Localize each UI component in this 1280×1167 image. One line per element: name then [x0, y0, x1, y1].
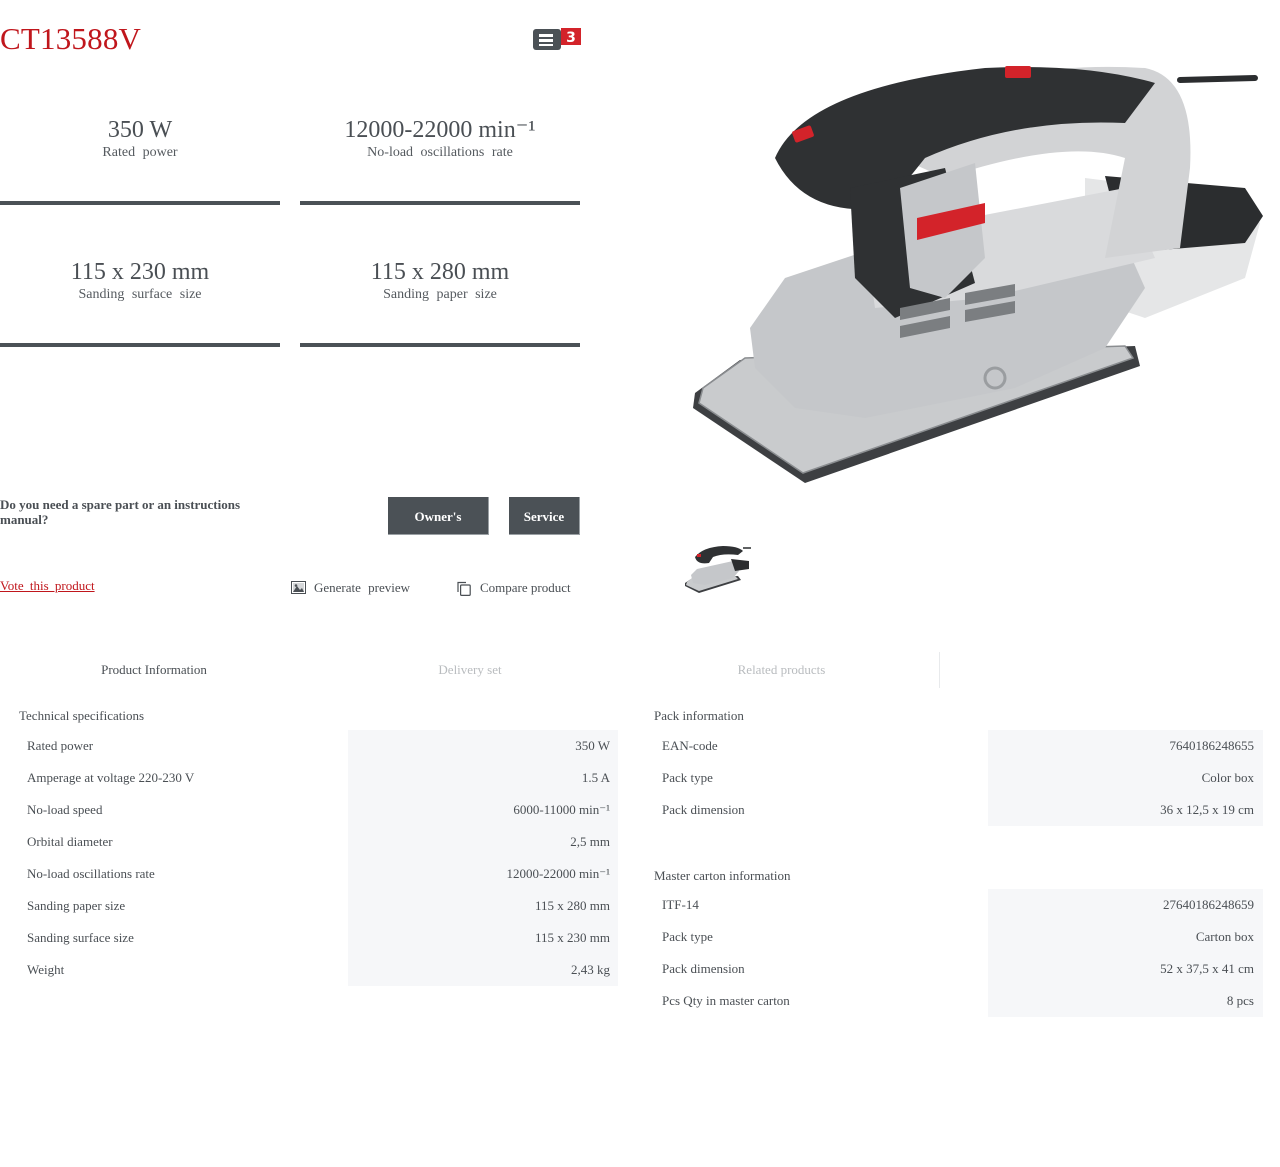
spare-part-question: Do you need a spare part or an instructi… [0, 497, 241, 527]
key-spec-value: 350 W [107, 117, 173, 143]
spec-value: 8 pcs [1226, 993, 1254, 1008]
table-row: Pack type Color box [662, 762, 1254, 794]
key-spec-label: Rated power [102, 145, 178, 160]
table-row: Orbital diameter 2,5 mm [27, 826, 610, 858]
spec-key: Weight [27, 962, 65, 977]
table-row: EAN-code 7640186248655 [662, 730, 1254, 762]
spec-key: No-load oscillations rate [27, 866, 155, 881]
key-spec-label: Sanding surface size [78, 287, 202, 302]
table-row: Pcs Qty in master carton 8 pcs [662, 985, 1254, 1017]
spec-key: Rated power [27, 738, 94, 753]
spec-key: ITF-14 [662, 897, 699, 912]
spec-value: 52 x 37,5 x 41 cm [1160, 961, 1254, 976]
tab-delivery-set[interactable]: Delivery set [316, 652, 624, 688]
spec-value: 1.5 A [581, 770, 610, 785]
key-spec-label: Sanding paper size [383, 287, 497, 302]
key-spec-oscillations: 12000-22000 min⁻¹ No-load oscillations r… [300, 116, 580, 162]
image-icon [291, 581, 306, 595]
pack-information-table: EAN-code 7640186248655 Pack type Color box… [662, 730, 1254, 826]
tab-product-information[interactable]: Product Information [0, 652, 308, 688]
copy-icon [457, 581, 472, 596]
compare-product-label: Compare product [480, 580, 571, 595]
table-row: Pack type Carton box [662, 921, 1254, 953]
table-row: Sanding surface size 115 x 230 mm [27, 922, 610, 954]
spec-key: Pack dimension [662, 961, 745, 976]
table-row: No-load oscillations rate 12000-22000 min… [27, 858, 610, 890]
master-carton-information-table: ITF-14 27640186248659 Pack type Carton box… [662, 889, 1254, 1017]
table-row: Pack dimension 52 x 37,5 x 41 cm [662, 953, 1254, 985]
pack-information-title: Pack information [654, 708, 744, 723]
table-row: Rated power 350 W [27, 730, 610, 762]
divider [300, 343, 580, 347]
master-carton-information-title: Master carton information [654, 868, 791, 883]
generate-preview-label: Generate preview [314, 580, 411, 595]
spec-value: 350 W [575, 738, 610, 753]
key-spec-value: 115 x 280 mm [370, 259, 510, 285]
spec-value: Color box [1201, 770, 1254, 785]
vote-product-link[interactable]: Vote this product [0, 578, 95, 594]
table-row: Amperage at voltage 220-230 V 1.5 A [27, 762, 610, 794]
spec-key: Amperage at voltage 220-230 V [27, 770, 195, 785]
key-spec-label: No-load oscillations rate [367, 145, 513, 160]
key-spec-rated-power: 350 W Rated power [0, 116, 280, 162]
key-spec-value: 12000-22000 min⁻¹ [344, 117, 536, 143]
spec-key: Pack type [662, 770, 713, 785]
service-button[interactable]: Service [509, 497, 580, 535]
spec-value: 115 x 280 mm [535, 898, 610, 913]
spec-value: 6000-11000 min⁻¹ [513, 802, 610, 817]
spec-value: 2,43 kg [571, 962, 610, 977]
table-row: Weight 2,43 kg [27, 954, 610, 986]
table-row: Sanding paper size 115 x 280 mm [27, 890, 610, 922]
spec-key: Orbital diameter [27, 834, 113, 849]
technical-specifications-title: Technical specifications [19, 708, 145, 723]
divider [300, 201, 580, 205]
spec-key: EAN-code [662, 738, 718, 753]
spec-value: 115 x 230 mm [535, 930, 610, 945]
divider [0, 201, 280, 205]
spec-key: Pack dimension [662, 802, 745, 817]
badge-number: 3 [566, 30, 576, 46]
table-row: No-load speed 6000-11000 min⁻¹ [27, 794, 610, 826]
spec-value: 12000-22000 min⁻¹ [506, 866, 610, 881]
divider [0, 343, 280, 347]
spec-key: Sanding paper size [27, 898, 126, 913]
spec-value: Carton box [1195, 929, 1254, 944]
spec-key: Pcs Qty in master carton [662, 993, 790, 1008]
technical-specifications-table: Rated power 350 W Amperage at voltage 220… [27, 730, 610, 986]
product-main-image[interactable] [685, 48, 1265, 488]
spec-value: 27640186248659 [1163, 897, 1254, 912]
key-spec-surface-size: 115 x 230 mm Sanding surface size [0, 258, 280, 304]
product-thumbnail[interactable] [683, 543, 753, 595]
table-row: ITF-14 27640186248659 [662, 889, 1254, 921]
table-row: Pack dimension 36 x 12,5 x 19 cm [662, 794, 1254, 826]
generate-preview-button[interactable]: Generate preview [291, 580, 410, 596]
spec-key: No-load speed [27, 802, 103, 817]
spec-value: 36 x 12,5 x 19 cm [1160, 802, 1254, 817]
key-spec-paper-size: 115 x 280 mm Sanding paper size [300, 258, 580, 304]
key-spec-value: 115 x 230 mm [70, 259, 210, 285]
compare-product-button[interactable]: Compare product [457, 580, 571, 596]
product-title: CT13588V [0, 21, 142, 56]
spec-key: Pack type [662, 929, 713, 944]
b3-badge-icon: 3 [533, 28, 581, 50]
tab-related-products[interactable]: Related products [624, 652, 940, 688]
spec-value: 2,5 mm [570, 834, 610, 849]
spec-value: 7640186248655 [1169, 738, 1255, 753]
owners-manual-button[interactable]: Owner's manual [388, 497, 489, 562]
spec-key: Sanding surface size [27, 930, 134, 945]
